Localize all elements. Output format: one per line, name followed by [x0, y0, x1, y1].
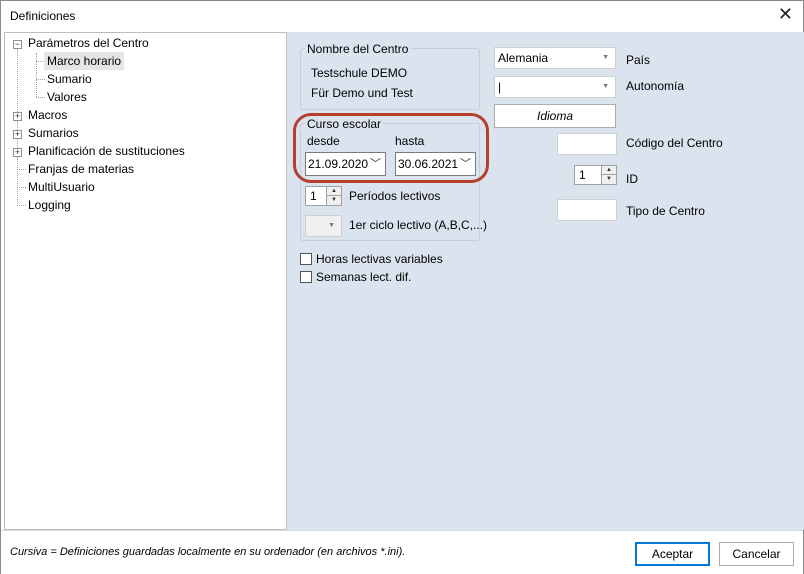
- id-label: ID: [626, 172, 638, 186]
- school-name-group-label: Nombre del Centro: [305, 42, 411, 56]
- cancel-button[interactable]: Cancelar: [719, 542, 794, 566]
- region-value: |: [498, 80, 502, 94]
- accept-button[interactable]: Aceptar: [635, 542, 710, 566]
- tree-item-parametros-del-centro[interactable]: Parámetros del Centro: [28, 34, 149, 52]
- variable-hours-checkbox[interactable]: [300, 253, 312, 265]
- tree-item-label: Planificación de sustituciones: [28, 144, 185, 158]
- diff-weeks-checkbox[interactable]: [300, 271, 312, 283]
- country-value: Alemania: [498, 51, 549, 65]
- tree-item-label: Franjas de materias: [28, 162, 135, 176]
- chevron-down-icon: ▼: [602, 54, 609, 61]
- periods-value: 1: [310, 189, 317, 203]
- tree-connector: [17, 187, 26, 188]
- school-name-line1: Testschule DEMO: [311, 66, 408, 80]
- tree-item-label: Parámetros del Centro: [28, 36, 149, 50]
- expand-icon[interactable]: +: [13, 130, 22, 139]
- tree-item-sumario[interactable]: Sumario: [47, 70, 92, 88]
- tree-item-macros[interactable]: Macros: [28, 106, 67, 124]
- dialog-footer: Cursiva = Definiciones guardadas localme…: [1, 530, 803, 574]
- tree-connector: [36, 79, 45, 80]
- first-cycle-select[interactable]: ▼: [305, 215, 342, 237]
- id-value: 1: [579, 168, 586, 182]
- arrow-up-icon[interactable]: ▲: [327, 187, 341, 196]
- diff-weeks-label: Semanas lect. dif.: [316, 270, 412, 284]
- tree-item-label: Logging: [28, 198, 71, 212]
- arrow-down-icon[interactable]: ▼: [327, 196, 341, 205]
- tree-item-sumarios[interactable]: Sumarios: [28, 124, 79, 142]
- chevron-down-icon: ▼: [602, 83, 609, 90]
- school-type-field[interactable]: [557, 199, 617, 221]
- close-icon[interactable]: ✕: [778, 5, 793, 23]
- school-code-label: Código del Centro: [626, 136, 723, 150]
- stepper-buttons[interactable]: ▲ ▼: [601, 166, 616, 184]
- tree-connector: [17, 169, 26, 170]
- country-label: País: [626, 53, 651, 67]
- settings-content: Nombre del Centro Testschule DEMO Für De…: [287, 32, 804, 530]
- variable-hours-label: Horas lectivas variables: [316, 252, 443, 266]
- periods-label: Períodos lectivos: [349, 189, 441, 203]
- tree-connector: [17, 205, 26, 206]
- tree-item-label: Valores: [47, 90, 87, 104]
- tree-item-valores[interactable]: Valores: [47, 88, 87, 106]
- region-select[interactable]: | ▼: [494, 76, 616, 98]
- tree-item-logging[interactable]: Logging: [28, 196, 71, 214]
- school-type-label: Tipo de Centro: [626, 204, 705, 218]
- tree-item-label: Macros: [28, 108, 68, 122]
- language-button[interactable]: Idioma: [494, 104, 616, 128]
- tree-item-label: Sumario: [47, 72, 92, 86]
- tree-item-franjas-de-materias[interactable]: Franjas de materias: [28, 160, 134, 178]
- chevron-down-icon: ▼: [328, 222, 335, 229]
- tree-item-multiusuario[interactable]: MultiUsuario: [28, 178, 95, 196]
- expand-icon[interactable]: +: [13, 148, 22, 157]
- collapse-icon[interactable]: −: [13, 40, 22, 49]
- settings-tree: − Parámetros del Centro Marco horario Su…: [4, 32, 287, 530]
- school-year-highlight: [293, 113, 489, 183]
- tree-item-label: Sumarios: [28, 126, 79, 140]
- arrow-down-icon[interactable]: ▼: [602, 175, 616, 184]
- stepper-buttons[interactable]: ▲ ▼: [326, 187, 341, 205]
- expand-icon[interactable]: +: [13, 112, 22, 121]
- tree-item-label: Marco horario: [47, 54, 122, 68]
- arrow-up-icon[interactable]: ▲: [602, 166, 616, 175]
- tree-item-planificacion-sustituciones[interactable]: Planificación de sustituciones: [28, 142, 185, 160]
- first-cycle-label: 1er ciclo lectivo (A,B,C,...): [349, 218, 488, 232]
- footer-note: Cursiva = Definiciones guardadas localme…: [10, 546, 406, 558]
- title-bar[interactable]: Definiciones ✕: [1, 1, 803, 31]
- school-code-field[interactable]: [557, 133, 617, 155]
- tree-item-marco-horario[interactable]: Marco horario: [44, 52, 125, 70]
- tree-connector: [36, 97, 45, 98]
- country-select[interactable]: Alemania ▼: [494, 47, 616, 69]
- region-label: Autonomía: [626, 79, 685, 93]
- periods-stepper[interactable]: 1 ▲ ▼: [305, 186, 342, 206]
- tree-item-label: MultiUsuario: [28, 180, 95, 194]
- tree-connector: [17, 49, 18, 206]
- id-stepper[interactable]: 1 ▲ ▼: [574, 165, 617, 185]
- definitions-dialog: Definiciones ✕ − Parámetros del Centro M…: [0, 0, 804, 574]
- window-title: Definiciones: [10, 9, 76, 23]
- tree-connector: [36, 53, 37, 97]
- school-name-line2: Für Demo und Test: [311, 86, 413, 100]
